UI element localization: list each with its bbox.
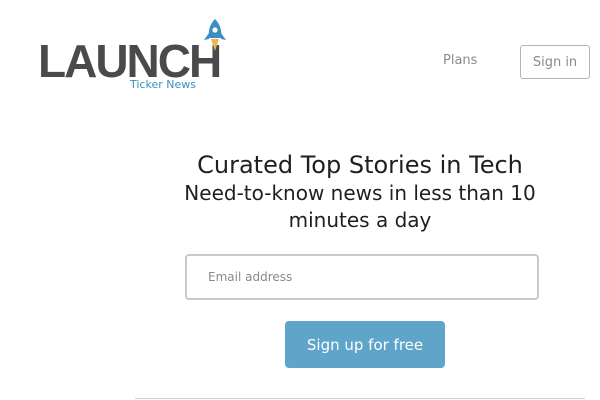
sign-up-button[interactable]: Sign up for free bbox=[285, 321, 445, 368]
logo-subtitle: Ticker News bbox=[130, 78, 196, 91]
rocket-icon bbox=[204, 19, 226, 51]
logo[interactable]: LAUNCH Ticker News bbox=[38, 18, 238, 98]
hero-subtitle: Need-to-know news in less than 10 minute… bbox=[184, 181, 536, 232]
sign-in-button[interactable]: Sign in bbox=[520, 45, 590, 79]
divider bbox=[135, 398, 585, 399]
nav-link-plans[interactable]: Plans bbox=[443, 53, 477, 68]
hero: Curated Top Stories in Tech Need-to-know… bbox=[160, 150, 560, 234]
hero-title: Curated Top Stories in Tech bbox=[197, 151, 523, 179]
email-input[interactable] bbox=[185, 254, 539, 300]
